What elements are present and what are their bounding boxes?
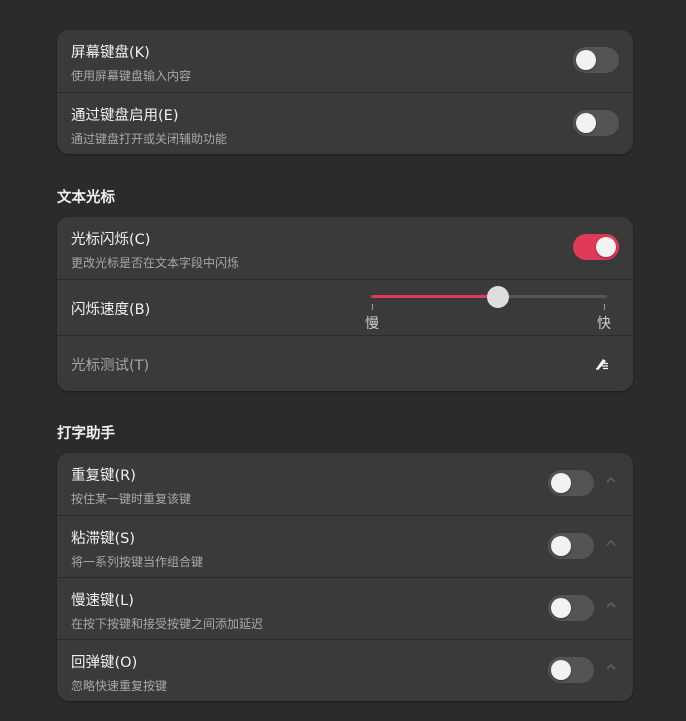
- cursor-blink-title: 光标闪烁(C): [71, 232, 151, 248]
- switch-knob: [576, 113, 596, 133]
- slider-tick-max: [604, 304, 605, 310]
- repeat-keys-subtitle: 按住某一键时重复该键: [71, 492, 192, 506]
- bounce-keys-switch[interactable]: [548, 657, 594, 683]
- switch-knob: [551, 660, 571, 680]
- keyboard-enable-title: 通过键盘启用(E): [71, 108, 179, 124]
- cursor-blink-switch[interactable]: [573, 234, 619, 260]
- repeat-keys-switch[interactable]: [548, 470, 594, 496]
- switch-knob: [551, 536, 571, 556]
- screen-keyboard-row[interactable]: 屏幕键盘(K) 使用屏幕键盘输入内容: [57, 30, 633, 92]
- typing-card: 重复键(R) 按住某一键时重复该键 粘滞键(S) 将一系列按键当作组合键 慢速键…: [57, 453, 633, 701]
- slider-fill: [371, 295, 499, 298]
- bounce-keys-subtitle: 忽略快速重复按键: [71, 679, 168, 693]
- edit-clear-icon[interactable]: [594, 355, 610, 371]
- blink-speed-row: 闪烁速度(B) 慢 快: [57, 279, 633, 335]
- slow-keys-row[interactable]: 慢速键(L) 在按下按键和接受按键之间添加延迟: [57, 577, 633, 639]
- bounce-keys-title: 回弹键(O): [71, 655, 138, 671]
- sticky-keys-subtitle: 将一系列按键当作组合键: [71, 555, 204, 569]
- cursor-card: 光标闪烁(C) 更改光标是否在文本字段中闪烁 闪烁速度(B) 慢 快 光标测试(…: [57, 217, 633, 391]
- switch-knob: [596, 237, 616, 257]
- chevron-up-icon[interactable]: [605, 537, 617, 549]
- chevron-up-icon[interactable]: [605, 474, 617, 486]
- keyboard-access-card: 屏幕键盘(K) 使用屏幕键盘输入内容 通过键盘启用(E) 通过键盘打开或关闭辅助…: [57, 30, 633, 154]
- sticky-keys-switch[interactable]: [548, 533, 594, 559]
- slider-max-label: 快: [597, 316, 611, 332]
- cursor-section-heading: 文本光标: [57, 190, 115, 206]
- slow-keys-title: 慢速键(L): [71, 593, 134, 609]
- keyboard-enable-row[interactable]: 通过键盘启用(E) 通过键盘打开或关闭辅助功能: [57, 92, 633, 154]
- typing-section-heading: 打字助手: [57, 426, 115, 442]
- cursor-test-input[interactable]: 光标测试(T): [71, 354, 149, 375]
- cursor-blink-subtitle: 更改光标是否在文本字段中闪烁: [71, 256, 240, 270]
- screen-keyboard-switch[interactable]: [573, 47, 619, 73]
- slider-min-label: 慢: [365, 316, 379, 332]
- slow-keys-switch[interactable]: [548, 595, 594, 621]
- screen-keyboard-subtitle: 使用屏幕键盘输入内容: [71, 69, 192, 83]
- keyboard-enable-switch[interactable]: [573, 110, 619, 136]
- repeat-keys-title: 重复键(R): [71, 468, 136, 484]
- keyboard-enable-subtitle: 通过键盘打开或关闭辅助功能: [71, 132, 228, 146]
- chevron-up-icon[interactable]: [605, 661, 617, 673]
- cursor-blink-row[interactable]: 光标闪烁(C) 更改光标是否在文本字段中闪烁: [57, 217, 633, 279]
- bounce-keys-row[interactable]: 回弹键(O) 忽略快速重复按键: [57, 639, 633, 701]
- blink-speed-title: 闪烁速度(B): [71, 302, 151, 318]
- slow-keys-subtitle: 在按下按键和接受按键之间添加延迟: [71, 617, 264, 631]
- repeat-keys-row[interactable]: 重复键(R) 按住某一键时重复该键: [57, 453, 633, 515]
- slider-thumb[interactable]: [487, 286, 510, 308]
- switch-knob: [551, 598, 571, 618]
- switch-knob: [576, 50, 596, 70]
- screen-keyboard-title: 屏幕键盘(K): [71, 45, 150, 61]
- sticky-keys-title: 粘滞键(S): [71, 531, 136, 547]
- cursor-test-row[interactable]: 光标测试(T): [57, 335, 633, 391]
- chevron-up-icon[interactable]: [605, 599, 617, 611]
- sticky-keys-row[interactable]: 粘滞键(S) 将一系列按键当作组合键: [57, 515, 633, 577]
- slider-tick-min: [372, 304, 373, 310]
- switch-knob: [551, 473, 571, 493]
